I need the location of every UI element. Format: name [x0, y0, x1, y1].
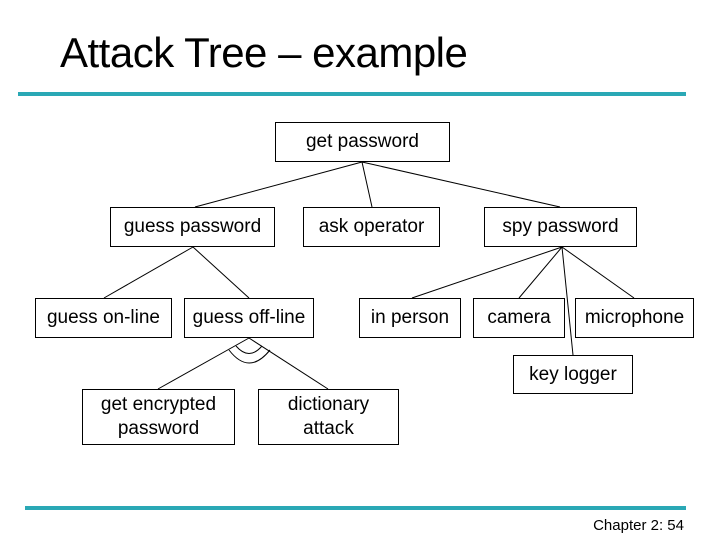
and-arc-inner: [235, 345, 263, 354]
node-get-password: get password: [275, 122, 450, 162]
and-arc-outer: [228, 349, 271, 364]
slide-footer: Chapter 2: 54: [593, 517, 684, 534]
edge-spy-password-microphone: [561, 246, 635, 299]
edge-get-password-spy-password: [361, 161, 561, 208]
node-get-encrypted-password: get encrypted password: [82, 389, 235, 445]
node-in-person: in person: [359, 298, 461, 338]
node-microphone: microphone: [575, 298, 694, 338]
edge-get-password-guess-password: [194, 161, 363, 208]
node-dictionary-attack: dictionary attack: [258, 389, 399, 445]
edge-guess-off-line-get-encrypted-password: [157, 337, 250, 390]
node-guess-password: guess password: [110, 207, 275, 247]
node-camera: camera: [473, 298, 565, 338]
node-spy-password: spy password: [484, 207, 637, 247]
edge-spy-password-in-person: [411, 246, 563, 299]
edge-guess-off-line-dictionary-attack: [248, 337, 329, 390]
edge-get-password-ask-operator: [361, 161, 373, 208]
node-ask-operator: ask operator: [303, 207, 440, 247]
node-key-logger: key logger: [513, 355, 633, 394]
edge-guess-password-guess-on-line: [103, 246, 194, 299]
edge-guess-password-guess-off-line: [192, 246, 250, 299]
tree-edges: [103, 161, 635, 390]
node-guess-off-line: guess off-line: [184, 298, 314, 338]
node-guess-on-line: guess on-line: [35, 298, 172, 338]
footer-divider: [25, 506, 686, 510]
